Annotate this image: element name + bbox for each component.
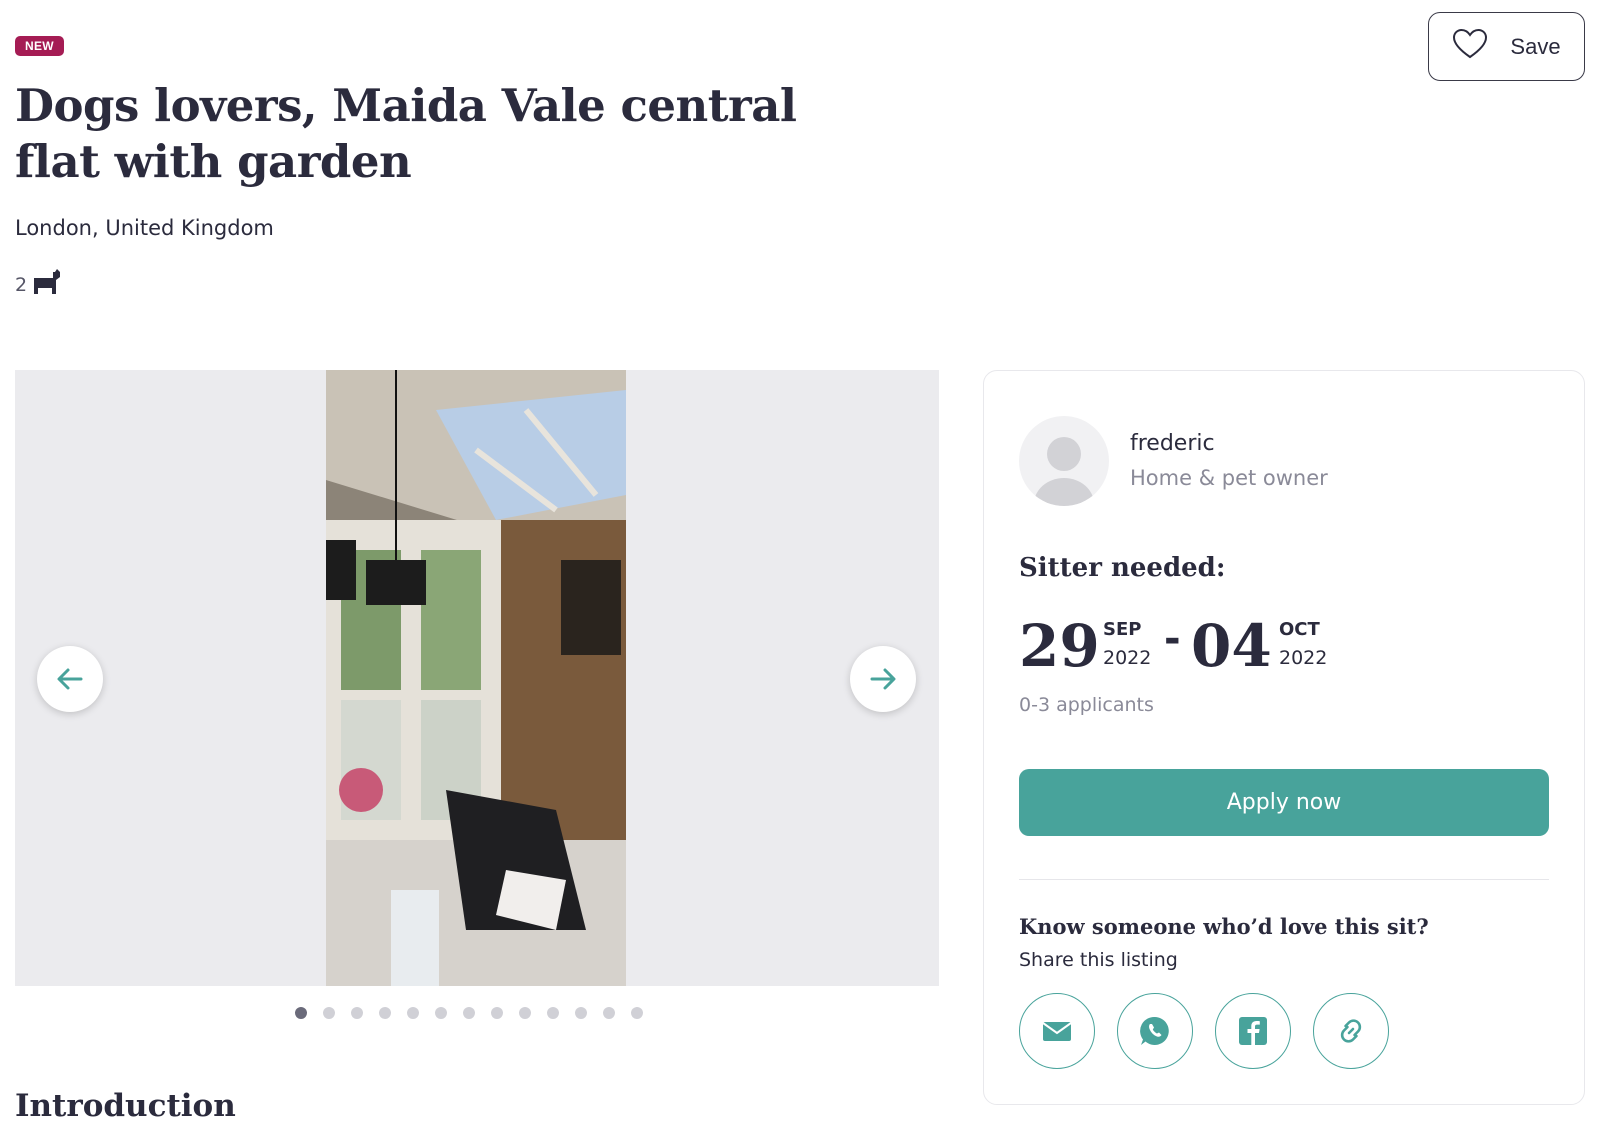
gallery-dot[interactable]	[463, 1007, 475, 1019]
owner-role: Home & pet owner	[1130, 466, 1328, 490]
gallery-dot[interactable]	[323, 1007, 335, 1019]
share-heading: Know someone who’d love this sit?	[1019, 914, 1429, 939]
save-label: Save	[1510, 33, 1561, 59]
listing-title: Dogs lovers, Maida Vale central flat wit…	[15, 79, 797, 188]
gallery-dot[interactable]	[631, 1007, 643, 1019]
gallery-dot[interactable]	[407, 1007, 419, 1019]
email-icon	[1042, 1022, 1072, 1041]
gallery-dot[interactable]	[519, 1007, 531, 1019]
arrow-left-icon	[57, 668, 83, 690]
gallery-pagination	[295, 1007, 643, 1019]
date-separator: -	[1164, 616, 1181, 662]
listing-location: London, United Kingdom	[15, 216, 274, 240]
start-month: SEP	[1103, 619, 1142, 640]
gallery-dot[interactable]	[435, 1007, 447, 1019]
introduction-heading: Introduction	[15, 1088, 236, 1124]
share-email-button[interactable]	[1019, 993, 1095, 1069]
booking-card: frederic Home & pet owner Sitter needed:…	[983, 370, 1585, 1105]
pet-count-value: 2	[15, 273, 28, 296]
save-button[interactable]: Save	[1428, 12, 1585, 81]
gallery-dot[interactable]	[491, 1007, 503, 1019]
end-month: OCT	[1279, 619, 1320, 640]
sit-dates: 29 SEP 2022 - 04 OCT 2022	[1019, 611, 1559, 681]
share-whatsapp-button[interactable]	[1117, 993, 1193, 1069]
gallery-dot[interactable]	[295, 1007, 307, 1019]
share-facebook-button[interactable]	[1215, 993, 1291, 1069]
end-day: 04	[1191, 612, 1272, 680]
dog-icon	[31, 268, 63, 301]
heart-icon	[1452, 28, 1488, 66]
listing-photo	[326, 370, 626, 986]
copy-link-button[interactable]	[1313, 993, 1389, 1069]
next-photo-button[interactable]	[850, 646, 916, 712]
start-year: 2022	[1103, 647, 1152, 669]
pet-count: 2	[15, 268, 63, 301]
card-divider	[1019, 879, 1549, 880]
gallery-dot[interactable]	[379, 1007, 391, 1019]
gallery-dot[interactable]	[603, 1007, 615, 1019]
gallery-dot[interactable]	[575, 1007, 587, 1019]
share-buttons	[1019, 993, 1389, 1069]
applicant-count: 0-3 applicants	[1019, 694, 1154, 716]
owner-name: frederic	[1130, 431, 1215, 456]
gallery-dot[interactable]	[547, 1007, 559, 1019]
link-icon	[1340, 1019, 1362, 1043]
previous-photo-button[interactable]	[37, 646, 103, 712]
whatsapp-icon	[1140, 1016, 1169, 1045]
start-day: 29	[1019, 612, 1100, 680]
arrow-right-icon	[870, 668, 896, 690]
gallery-dot[interactable]	[351, 1007, 363, 1019]
share-subtitle: Share this listing	[1019, 949, 1178, 971]
photo-gallery	[15, 370, 939, 986]
owner-avatar	[1019, 416, 1109, 506]
new-badge: NEW	[15, 36, 64, 56]
apply-now-button[interactable]: Apply now	[1019, 769, 1549, 836]
end-year: 2022	[1279, 647, 1328, 669]
sitter-needed-heading: Sitter needed:	[1019, 553, 1226, 583]
facebook-icon	[1239, 1017, 1267, 1045]
